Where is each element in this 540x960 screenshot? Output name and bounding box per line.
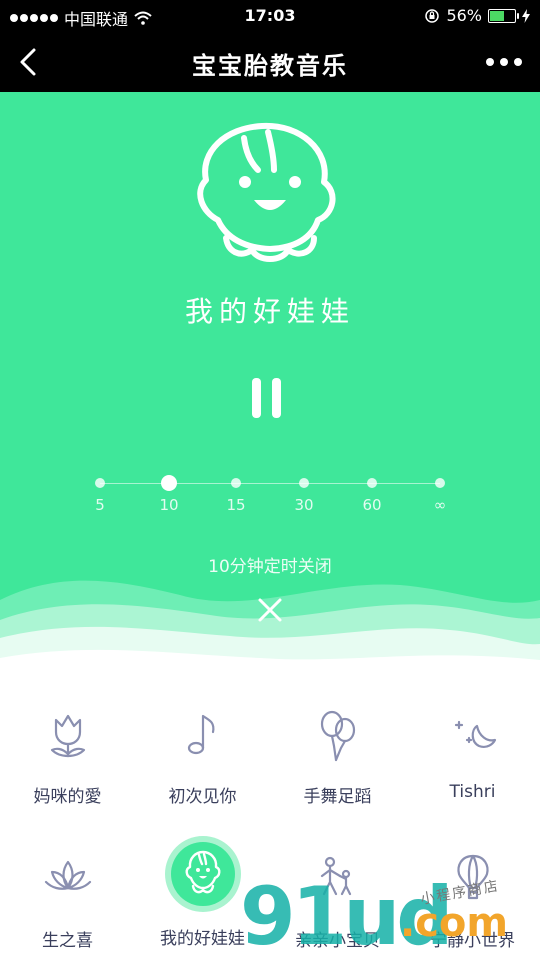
page-title: 宝宝胎教音乐 [192,52,348,80]
moon-stars-icon [454,720,496,748]
balloons-icon [320,710,355,762]
category-label: 手舞足蹈 [303,787,372,807]
battery-percent: 56% [446,6,482,25]
timer-option-label: 30 [294,496,314,514]
baby-face-icon [185,850,220,894]
timer-option-label: 60 [362,496,382,514]
close-icon[interactable] [256,596,284,624]
category-item-tishri[interactable]: Tishri [405,704,540,802]
song-title: 我的好娃娃 [184,295,355,328]
timer-option-infinite[interactable]: ∞ [412,472,468,514]
timer-option-label: 15 [226,496,246,514]
category-label: Tishri [449,782,496,802]
timer-option-10[interactable]: 10 [141,472,197,514]
timer-option-30[interactable]: 30 [276,472,332,514]
timer-option-5[interactable]: 5 [72,472,128,514]
music-note-icon [187,714,214,755]
category-item-joy-of-life[interactable]: 生之喜 [0,848,135,951]
status-bar: 中国联通 17:03 56% [0,0,540,32]
watermark-suffix: .com [400,900,509,946]
category-item-first-meet[interactable]: 初次见你 [135,704,270,807]
pause-button[interactable] [248,378,288,420]
app-root: 中国联通 17:03 56% 宝宝胎教音乐 我的好娃娃 5 10 15 30 6… [0,0,540,960]
category-label: 生之喜 [42,931,93,951]
timer-option-15[interactable]: 15 [208,472,264,514]
active-category-indicator [170,842,235,906]
nav-bar: 宝宝胎教音乐 [0,32,540,92]
category-label: 妈咪的愛 [33,787,102,807]
battery-icon [488,8,519,23]
timer-option-60[interactable]: 60 [344,472,400,514]
tulip-icon [50,714,85,758]
wave-decoration [0,580,540,700]
baby-face-icon [197,122,336,262]
status-right: 56% [424,6,530,25]
lotus-icon [44,860,91,890]
timer-option-label: 10 [159,496,179,514]
category-item-mommy-love[interactable]: 妈咪的愛 [0,704,135,807]
timer-option-label: 5 [95,496,105,514]
orientation-lock-icon [425,8,440,23]
more-menu-button[interactable] [486,58,522,66]
category-label: 初次见你 [168,787,237,807]
timer-option-label: ∞ [433,496,447,514]
category-item-dancing[interactable]: 手舞足蹈 [270,704,405,807]
timer-selector: 5 10 15 30 60 ∞ [0,472,540,520]
charging-icon [522,8,530,23]
